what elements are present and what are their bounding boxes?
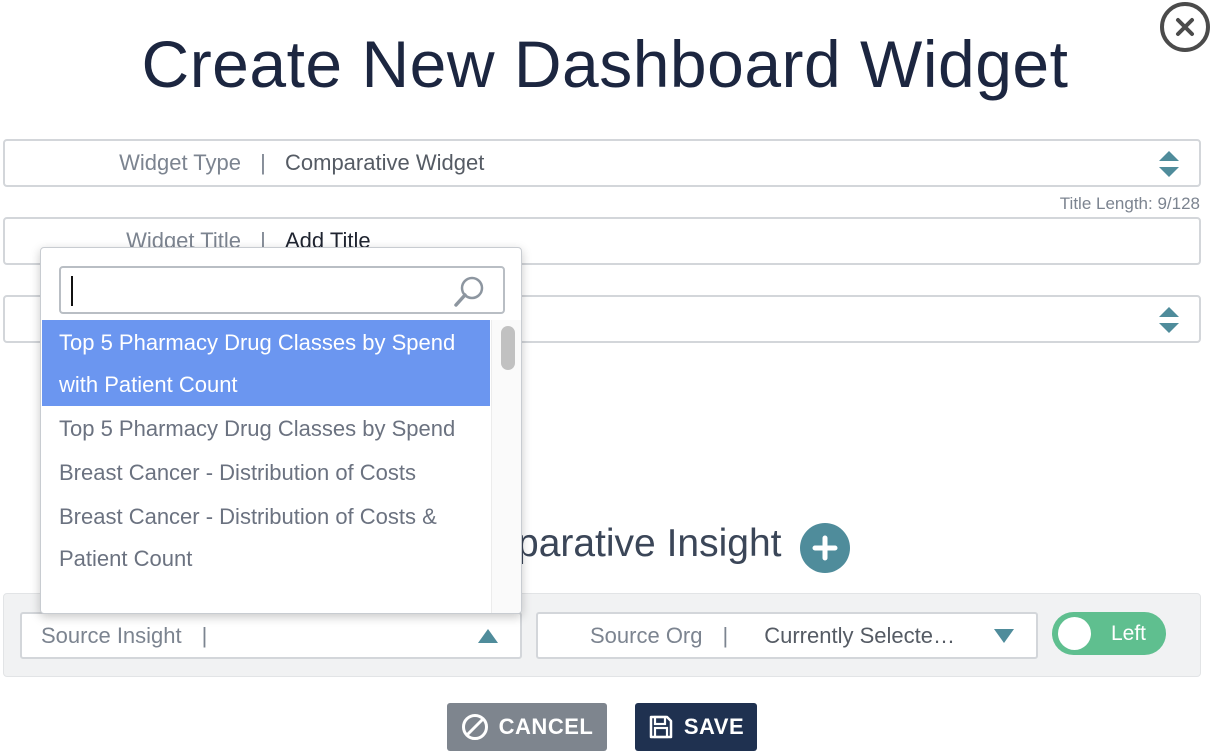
cancel-button-label: CANCEL [498, 714, 594, 739]
widget-type-label: Widget Type [119, 150, 241, 175]
source-org-label: Source Org [590, 622, 703, 648]
up-down-arrows-icon [1159, 307, 1179, 333]
widget-type-value: Comparative Widget [285, 150, 485, 175]
dropdown-scrollbar[interactable] [491, 320, 521, 613]
list-item[interactable]: Top 5 Pharmacy Drug Classes by Spend wit… [42, 320, 490, 406]
ban-icon [461, 714, 488, 740]
source-insight-select[interactable]: Source Insight | [20, 612, 522, 659]
search-icon [454, 276, 484, 307]
save-button[interactable]: SAVE [635, 703, 757, 751]
add-comparative-insight-button[interactable] [800, 523, 850, 573]
widget-type-select[interactable]: Widget Type | Comparative Widget [3, 139, 1201, 187]
source-insight-dropdown: Top 5 Pharmacy Drug Classes by Spend wit… [40, 247, 522, 614]
position-toggle[interactable]: Left [1052, 612, 1166, 655]
chevron-down-icon [994, 629, 1014, 643]
dropdown-option-list: Top 5 Pharmacy Drug Classes by Spend wit… [42, 320, 490, 580]
field-separator: | [722, 622, 729, 648]
plus-icon [812, 535, 838, 561]
page-title: Create New Dashboard Widget [141, 27, 1069, 101]
save-button-label: SAVE [683, 714, 745, 739]
field-separator: | [260, 150, 266, 175]
source-org-select[interactable]: Source Org | Currently Selecte… [536, 612, 1038, 659]
comparative-insight-heading: parative Insight [517, 522, 782, 565]
list-item[interactable]: Top 5 Pharmacy Drug Classes by Spend [42, 406, 490, 450]
cancel-button[interactable]: CANCEL [447, 703, 607, 751]
scrollbar-thumb[interactable] [501, 326, 515, 370]
list-item[interactable]: Breast Cancer - Distribution of Costs [42, 450, 490, 494]
floppy-disk-icon [649, 715, 673, 739]
toggle-label: Left [1110, 622, 1146, 645]
up-down-arrows-icon [1159, 151, 1179, 177]
source-insight-label: Source Insight [41, 622, 182, 648]
title-length-counter: Title Length: 9/128 [1059, 194, 1200, 213]
dropdown-search-field[interactable] [59, 266, 505, 314]
source-org-value: Currently Selecte… [764, 622, 955, 648]
chevron-up-icon [478, 629, 498, 643]
toggle-knob [1058, 617, 1091, 650]
list-item[interactable]: Breast Cancer - Distribution of Costs & … [42, 494, 490, 580]
dropdown-search-input[interactable] [69, 273, 439, 307]
field-separator: | [201, 622, 208, 648]
